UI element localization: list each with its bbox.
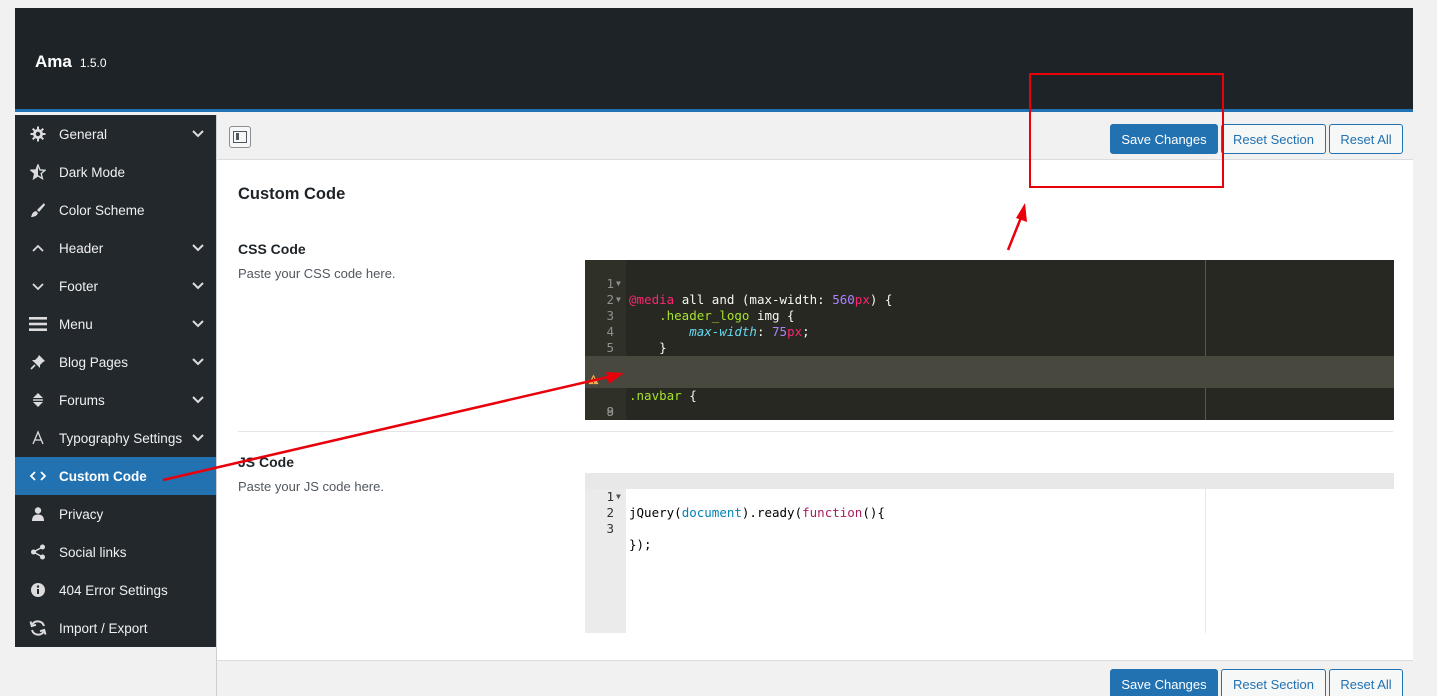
chevron-down-icon[interactable]	[191, 127, 205, 141]
code-line: 2	[606, 505, 614, 520]
sidebar-item-label: Social links	[59, 544, 127, 560]
chevron-down-icon[interactable]	[191, 355, 205, 369]
app-name: Ama	[35, 52, 72, 71]
sidebar-item-footer[interactable]: Footer	[15, 267, 216, 305]
main-panel: Save Changes Reset Section Reset All Cus…	[216, 115, 1413, 696]
code-icon	[29, 467, 47, 485]
js-code-description: Paste your JS code here.	[238, 479, 384, 494]
code-line: 6	[585, 340, 1394, 371]
chevron-down-icon[interactable]	[191, 241, 205, 255]
code-line: 5 }	[585, 324, 1394, 371]
top-header: Ama 1.5.0	[15, 8, 1413, 112]
sidebar-item-label: Dark Mode	[59, 164, 126, 180]
code-line: 2 ▼ .header_logo img {	[606, 292, 795, 323]
share-icon	[29, 543, 47, 561]
sidebar-item-label: Privacy	[59, 506, 104, 522]
sidebar-item-label: General	[59, 126, 108, 142]
chevron-up-icon	[29, 239, 47, 257]
chevron-down-icon[interactable]	[191, 431, 205, 445]
js-code-editor[interactable]: 1 ▼ jQuery(document).ready(function(){ 2 …	[585, 473, 1394, 633]
css-code-label: CSS Code	[238, 241, 306, 257]
code-line: 4 }	[606, 324, 667, 355]
css-code-description: Paste your CSS code here.	[238, 266, 396, 281]
sidebar-item-import-export[interactable]: Import / Export	[15, 609, 216, 647]
css-code-editor[interactable]: 1 ▼ @media all and (max-width: 560px) { 2…	[585, 260, 1394, 420]
chevron-down-icon[interactable]	[191, 279, 205, 293]
code-line: 1 ▼ @media all and (max-width: 560px) {	[606, 276, 893, 307]
code-line-text: });	[629, 537, 652, 552]
sidebar-item-color-scheme[interactable]: Color Scheme	[15, 191, 216, 229]
pin-icon	[29, 353, 47, 371]
brand: Ama 1.5.0	[35, 52, 107, 72]
save-button-bottom[interactable]: Save Changes	[1110, 669, 1218, 696]
chevron-down-icon[interactable]	[191, 393, 205, 407]
sidebar-item-typography-settings[interactable]: Typography Settings	[15, 419, 216, 457]
warning-icon	[588, 374, 599, 385]
sidebar-item-label: Custom Code	[59, 468, 147, 484]
code-line: 9 }	[606, 404, 614, 419]
sidebar-item-header[interactable]: Header	[15, 229, 216, 267]
sidebar-item-label: Import / Export	[59, 620, 148, 636]
reset-section-button[interactable]: Reset Section	[1221, 124, 1326, 154]
sidebar: General Dark Mode Color Scheme Header Fo…	[15, 115, 216, 647]
gear-icon	[29, 125, 47, 143]
user-icon	[29, 505, 47, 523]
sort-icon	[29, 391, 47, 409]
sidebar-item-dark-mode[interactable]: Dark Mode	[15, 153, 216, 191]
top-toolbar: Save Changes Reset Section Reset All	[217, 115, 1413, 160]
info-icon	[29, 581, 47, 599]
star-half-icon	[29, 163, 47, 181]
reset-section-button-bottom[interactable]: Reset Section	[1221, 669, 1326, 696]
app-version: 1.5.0	[79, 56, 107, 70]
sidebar-item-label: Typography Settings	[59, 430, 183, 446]
typography-icon	[29, 429, 47, 447]
code-line: 1 ▼ jQuery(document).ready(function(){	[585, 473, 1394, 520]
sidebar-item-label: Forums	[59, 392, 105, 408]
sidebar-item-privacy[interactable]: Privacy	[15, 495, 216, 533]
page-title: Custom Code	[238, 185, 346, 203]
sidebar-item-label: Header	[59, 240, 104, 256]
sidebar-item-custom-code[interactable]: Custom Code	[15, 457, 216, 495]
sidebar-item-social-links[interactable]: Social links	[15, 533, 216, 571]
sidebar-item-label: Menu	[59, 316, 93, 332]
chevron-down-icon[interactable]	[191, 317, 205, 331]
js-code-label: JS Code	[238, 454, 295, 470]
sidebar-footer-space	[15, 647, 216, 696]
expand-toggle-button[interactable]	[229, 126, 251, 148]
reset-all-button[interactable]: Reset All	[1329, 124, 1403, 154]
sidebar-item-forums[interactable]: Forums	[15, 381, 216, 419]
sidebar-item-general[interactable]: General	[15, 115, 216, 153]
section-divider	[238, 431, 1393, 432]
code-line: 3 max-width: 75px;	[606, 308, 810, 339]
bottom-toolbar: Save Changes Reset Section Reset All	[217, 660, 1413, 696]
sidebar-item-label: Color Scheme	[59, 202, 145, 218]
refresh-icon	[29, 619, 47, 637]
sidebar-item-label: 404 Error Settings	[59, 582, 168, 598]
save-button[interactable]: Save Changes	[1110, 124, 1218, 154]
menu-icon	[29, 315, 47, 333]
reset-all-button-bottom[interactable]: Reset All	[1329, 669, 1403, 696]
brush-icon	[29, 201, 47, 219]
chevron-down-icon	[29, 277, 47, 295]
sidebar-item-label: Footer	[59, 278, 99, 294]
sidebar-item-404-error-settings[interactable]: 404 Error Settings	[15, 571, 216, 609]
sidebar-toggle-icon	[233, 131, 247, 143]
sidebar-item-menu[interactable]: Menu	[15, 305, 216, 343]
app-window: Ama 1.5.0 General Dark Mode Color Scheme	[15, 8, 1413, 696]
code-line: 7▼ .navbar {	[585, 356, 1394, 403]
code-line: 8 top: 0 !important;	[585, 372, 1394, 419]
sidebar-item-label: Blog Pages	[59, 354, 129, 370]
code-line: 3 });	[606, 521, 652, 552]
sidebar-item-blog-pages[interactable]: Blog Pages	[15, 343, 216, 381]
